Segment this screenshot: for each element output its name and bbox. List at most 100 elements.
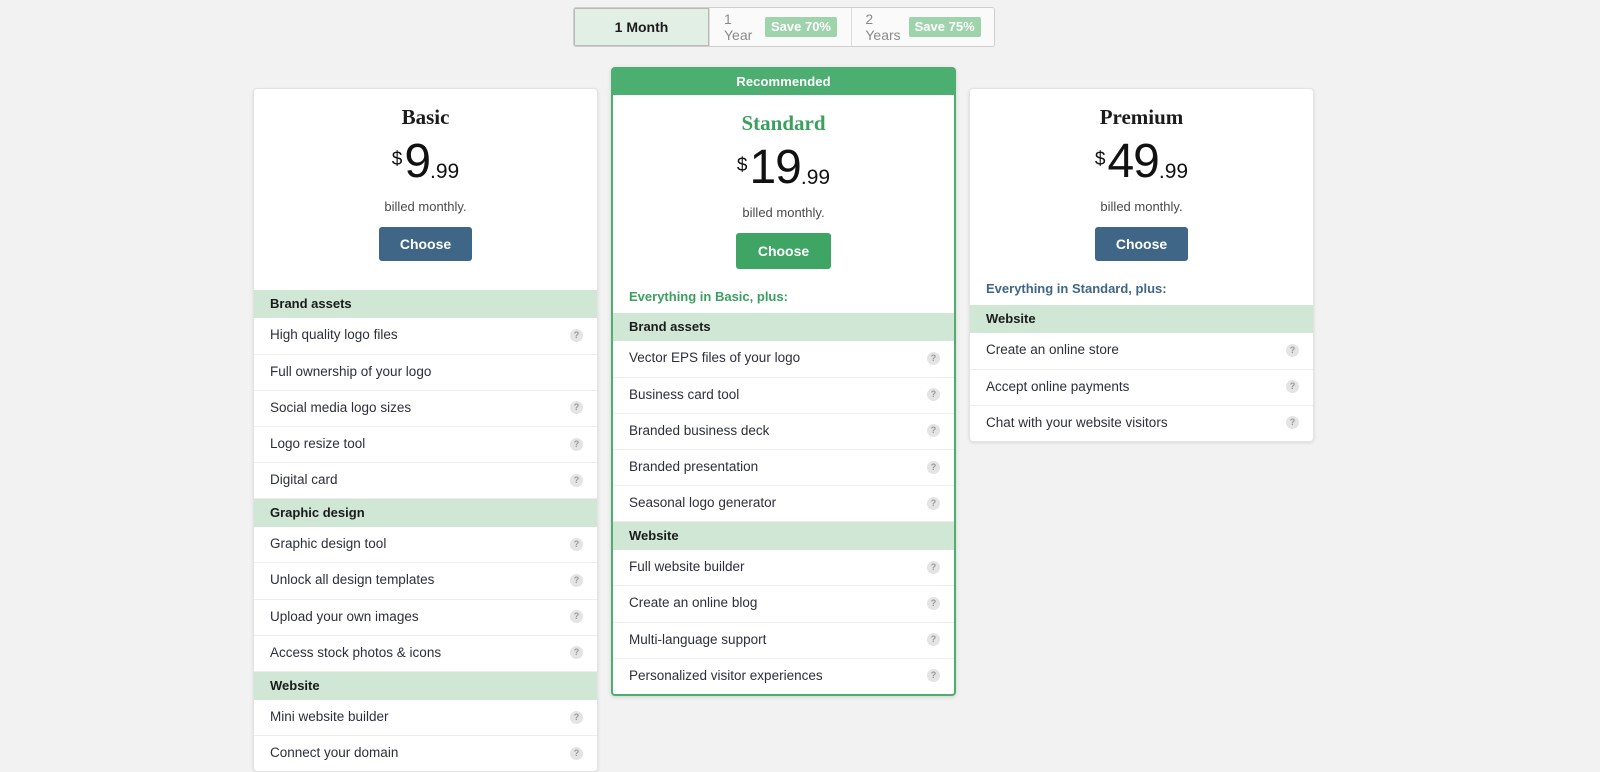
choose-button-premium[interactable]: Choose bbox=[1094, 227, 1189, 262]
help-circle-icon[interactable]: ? bbox=[927, 669, 940, 683]
feature-row: Unlock all design templates? bbox=[254, 563, 597, 600]
help-circle-icon[interactable]: ? bbox=[570, 401, 583, 415]
feature-label: Connect your domain bbox=[270, 745, 399, 761]
help-circle-icon[interactable]: ? bbox=[927, 388, 940, 402]
help-circle-icon[interactable]: ? bbox=[570, 473, 583, 487]
feature-label: Create an online blog bbox=[629, 595, 758, 611]
feature-label: Graphic design tool bbox=[270, 536, 387, 552]
feature-row: Accept online payments? bbox=[970, 370, 1313, 406]
help-circle-icon[interactable]: ? bbox=[927, 633, 940, 647]
price-decimal: .99 bbox=[1158, 160, 1189, 184]
billing-note: billed monthly. bbox=[384, 199, 467, 215]
feature-row: Digital card? bbox=[254, 463, 597, 500]
price-decimal: .99 bbox=[800, 166, 831, 190]
feature-label: Create an online store bbox=[986, 342, 1119, 358]
billing-note: billed monthly. bbox=[742, 205, 825, 221]
feature-row: Chat with your website visitors? bbox=[970, 406, 1313, 441]
feature-row: Mini website builder? bbox=[254, 700, 597, 737]
choose-button-standard[interactable]: Choose bbox=[735, 233, 832, 270]
billing-tab-1-year[interactable]: 1 Year Save 70% bbox=[710, 8, 852, 46]
feature-group-header: Brand assets bbox=[613, 313, 954, 342]
plan-header: Basic $9.99 billed monthly. Choose bbox=[254, 89, 597, 262]
billing-tab-label: 1 Year bbox=[724, 11, 753, 43]
choose-button-basic[interactable]: Choose bbox=[378, 227, 473, 262]
feature-row: Vector EPS files of your logo? bbox=[613, 341, 954, 378]
recommended-ribbon: Recommended bbox=[613, 69, 954, 95]
feature-row: Branded business deck? bbox=[613, 414, 954, 450]
help-icon-placeholder bbox=[570, 365, 583, 378]
save-badge: Save 70% bbox=[765, 17, 837, 37]
feature-row: Create an online store? bbox=[970, 333, 1313, 370]
help-circle-icon[interactable]: ? bbox=[1286, 380, 1299, 394]
plan-title: Basic bbox=[401, 105, 450, 129]
feature-label: Chat with your website visitors bbox=[986, 414, 1168, 430]
feature-row: Seasonal logo generator? bbox=[613, 486, 954, 523]
feature-label: Branded business deck bbox=[629, 422, 770, 438]
plan-title: Standard bbox=[741, 111, 826, 135]
help-circle-icon[interactable]: ? bbox=[927, 496, 940, 510]
plan-price: $49.99 bbox=[970, 135, 1313, 189]
help-circle-icon[interactable]: ? bbox=[927, 460, 940, 474]
billing-tab-1-month[interactable]: 1 Month bbox=[574, 8, 710, 46]
plan-title: Premium bbox=[1099, 105, 1184, 129]
help-circle-icon[interactable]: ? bbox=[570, 574, 583, 588]
feature-label: Access stock photos & icons bbox=[270, 644, 442, 660]
feature-label: Social media logo sizes bbox=[270, 399, 412, 415]
feature-group-header: Website bbox=[613, 522, 954, 551]
price-integer: 19 bbox=[749, 141, 801, 195]
feature-label: Accept online payments bbox=[986, 378, 1130, 394]
help-circle-icon[interactable]: ? bbox=[1286, 343, 1299, 357]
help-circle-icon[interactable]: ? bbox=[927, 351, 940, 365]
help-circle-icon[interactable]: ? bbox=[927, 424, 940, 438]
price-integer: 49 bbox=[1107, 135, 1159, 189]
billing-tab-2-years[interactable]: 2 Years Save 75% bbox=[852, 8, 994, 46]
billing-tab-label: 2 Years bbox=[865, 11, 901, 43]
header-spacer bbox=[254, 261, 597, 290]
save-badge: Save 75% bbox=[908, 17, 981, 37]
feature-label: Multi-language support bbox=[629, 631, 767, 647]
price-currency: $ bbox=[391, 149, 403, 171]
pricing-card-standard: Recommended Standard $19.99 billed monthly.… bbox=[611, 67, 956, 697]
help-circle-icon[interactable]: ? bbox=[570, 746, 583, 760]
feature-row: Create an online blog? bbox=[613, 586, 954, 623]
price-currency: $ bbox=[1094, 149, 1106, 171]
billing-tab-label: 1 Month bbox=[614, 19, 669, 35]
price-decimal: .99 bbox=[430, 160, 460, 184]
feature-row: Access stock photos & icons? bbox=[254, 636, 597, 673]
feature-row: Business card tool? bbox=[613, 378, 954, 414]
feature-label: Digital card bbox=[270, 472, 338, 488]
help-circle-icon[interactable]: ? bbox=[927, 597, 940, 611]
inherited-features-note: Everything in Standard, plus: bbox=[986, 281, 1167, 297]
feature-label: Seasonal logo generator bbox=[629, 495, 777, 511]
feature-row: Connect your domain? bbox=[254, 736, 597, 771]
feature-row: Full website builder? bbox=[613, 550, 954, 587]
feature-group-header: Brand assets bbox=[254, 290, 597, 319]
help-circle-icon[interactable]: ? bbox=[570, 537, 583, 551]
feature-row: High quality logo files? bbox=[254, 318, 597, 355]
help-circle-icon[interactable]: ? bbox=[927, 560, 940, 574]
feature-label: Logo resize tool bbox=[270, 435, 366, 451]
feature-label: Upload your own images bbox=[270, 608, 419, 624]
pricing-card-basic: Basic $9.99 billed monthly. Choose Brand ass… bbox=[253, 88, 598, 772]
feature-label: Branded presentation bbox=[629, 458, 759, 474]
help-circle-icon[interactable]: ? bbox=[570, 710, 583, 724]
feature-row: Multi-language support? bbox=[613, 623, 954, 659]
inherited-features-note: Everything in Basic, plus: bbox=[629, 289, 788, 305]
billing-note: billed monthly. bbox=[1100, 199, 1183, 215]
feature-label: Vector EPS files of your logo bbox=[629, 350, 801, 366]
billing-period-toggle[interactable]: 1 Month 1 Year Save 70% 2 Years Save 75% bbox=[573, 7, 995, 47]
feature-label: Full website builder bbox=[629, 559, 745, 575]
plan-price: $19.99 bbox=[613, 141, 954, 195]
feature-label: Unlock all design templates bbox=[270, 572, 435, 588]
help-circle-icon[interactable]: ? bbox=[1286, 416, 1299, 430]
feature-row: Social media logo sizes? bbox=[254, 391, 597, 427]
help-circle-icon[interactable]: ? bbox=[570, 328, 583, 342]
help-circle-icon[interactable]: ? bbox=[570, 437, 583, 451]
help-circle-icon[interactable]: ? bbox=[570, 610, 583, 624]
feature-group-header: Website bbox=[254, 672, 597, 701]
help-circle-icon[interactable]: ? bbox=[570, 646, 583, 660]
plan-header: Standard $19.99 billed monthly. Choose bbox=[613, 95, 954, 270]
price-currency: $ bbox=[736, 155, 748, 177]
price-integer: 9 bbox=[404, 135, 431, 189]
feature-label: Full ownership of your logo bbox=[270, 363, 432, 379]
